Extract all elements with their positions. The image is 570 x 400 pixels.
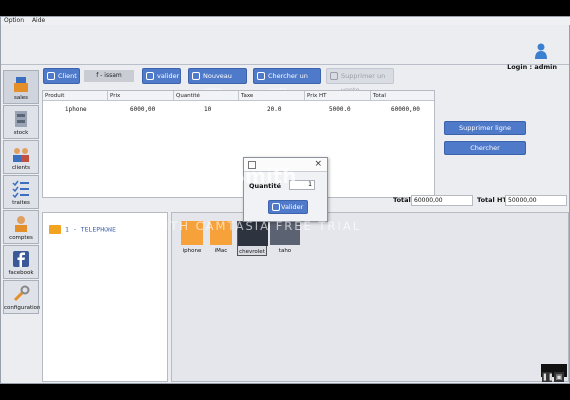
client-button[interactable]: Client xyxy=(43,68,80,84)
chercher-button[interactable]: Chercher xyxy=(444,141,526,155)
products-panel: iphone iMac chevrolet taho xyxy=(171,212,569,382)
sidebar-item-configuration[interactable]: configuration xyxy=(3,280,41,314)
user-icon xyxy=(535,43,547,59)
checklist-icon xyxy=(12,180,29,198)
total-ht-label: Total HT xyxy=(477,196,507,204)
sidebar-item-stock[interactable]: stock xyxy=(3,105,39,139)
product-name: iphone xyxy=(182,248,202,254)
watermark-text: MADE WITH CAMTASIA FREE TRIAL xyxy=(104,219,362,233)
stock-icon xyxy=(15,111,27,127)
dialog-valider-label: Valider xyxy=(281,203,304,211)
sidebar-item-label: traites xyxy=(12,200,30,206)
facebook-icon xyxy=(13,251,29,267)
trash-icon xyxy=(330,72,338,80)
application-window: Option Aide Login : admin sales stock cl… xyxy=(0,16,570,384)
folder-icon xyxy=(49,225,61,234)
watermark-logo: TechSmith xyxy=(180,164,297,188)
sidebar-item-facebook[interactable]: facebook xyxy=(3,245,39,279)
video-frame: Option Aide Login : admin sales stock cl… xyxy=(0,0,570,400)
video-controls: ❚❚ ▣ xyxy=(541,364,567,382)
cell-prix: 6000,00 xyxy=(130,106,156,113)
column-header[interactable]: Prix HT xyxy=(305,91,371,101)
save-icon xyxy=(257,72,265,80)
sidebar-item-label: stock xyxy=(13,130,29,136)
product-name: iMac xyxy=(214,248,228,254)
sidebar-item-label: clients xyxy=(12,165,30,171)
menu-aide[interactable]: Aide xyxy=(29,17,48,25)
clients-icon xyxy=(13,148,29,162)
total-label: Total xyxy=(393,196,411,204)
sidebar-item-clients[interactable]: clients xyxy=(3,140,39,174)
cell-total: 60000,00 xyxy=(391,106,420,113)
total-ht-value: 50000,00 xyxy=(505,195,567,206)
header-bar: Login : admin xyxy=(1,27,569,71)
sidebar-item-label: configuration xyxy=(4,305,41,311)
nouveau-vente-button[interactable]: Nouveau vente xyxy=(188,68,247,94)
menu-option[interactable]: Option xyxy=(1,17,27,25)
supprimer-vente-button[interactable]: Supprimer un vente xyxy=(326,68,394,94)
search-icon xyxy=(47,72,55,80)
client-button-label: Client xyxy=(58,72,77,80)
sidebar-item-label: comptes xyxy=(9,235,33,241)
pause-icon[interactable]: ❚❚ xyxy=(542,372,554,382)
accounts-icon xyxy=(15,216,27,232)
cell-taxe: 20.0 xyxy=(267,106,282,113)
total-value: 60000,00 xyxy=(411,195,473,206)
plus-icon xyxy=(192,72,200,80)
fullscreen-icon[interactable]: ▣ xyxy=(554,372,564,382)
login-label: Login : admin xyxy=(507,63,557,71)
valider-button-label: valider xyxy=(157,72,180,80)
category-tree[interactable]: 1 - TELEPHONE xyxy=(42,212,168,382)
check-icon xyxy=(272,203,280,211)
column-header[interactable]: Taxe xyxy=(239,91,305,101)
menu-bar: Option Aide xyxy=(1,17,570,25)
sidebar-item-comptes[interactable]: comptes xyxy=(3,210,39,244)
sidebar-item-label: facebook xyxy=(8,270,34,276)
column-header[interactable]: Quantité xyxy=(174,91,239,101)
cell-quantite: 10 xyxy=(204,106,212,113)
table-row[interactable]: iphone 6000,00 10 20.0 5000.0 60000,00 xyxy=(43,105,434,115)
user-field: f - issam xyxy=(84,70,134,82)
column-header[interactable]: Total xyxy=(371,91,436,101)
sidebar-item-label: sales xyxy=(13,95,28,101)
check-icon xyxy=(146,72,154,80)
supprimer-ligne-button[interactable]: Supprimer ligne xyxy=(444,121,526,135)
tools-icon xyxy=(13,285,30,302)
chercher-vente-button[interactable]: Chercher un vente xyxy=(253,68,321,94)
dialog-valider-button[interactable]: Valider xyxy=(268,200,308,214)
product-name: taho xyxy=(278,248,292,254)
sidebar-item-sales[interactable]: sales xyxy=(3,70,39,104)
cell-produit: iphone xyxy=(65,106,87,113)
table-header: Produit Prix Quantité Taxe Prix HT Total xyxy=(43,91,434,101)
column-header[interactable]: Prix xyxy=(108,91,174,101)
sidebar-item-traites[interactable]: traites xyxy=(3,175,39,209)
valider-button[interactable]: valider xyxy=(142,68,181,84)
cell-prix-ht: 5000.0 xyxy=(329,106,351,113)
column-header[interactable]: Produit xyxy=(43,91,108,101)
cash-register-icon xyxy=(14,77,28,92)
product-name: chevrolet xyxy=(239,249,265,255)
